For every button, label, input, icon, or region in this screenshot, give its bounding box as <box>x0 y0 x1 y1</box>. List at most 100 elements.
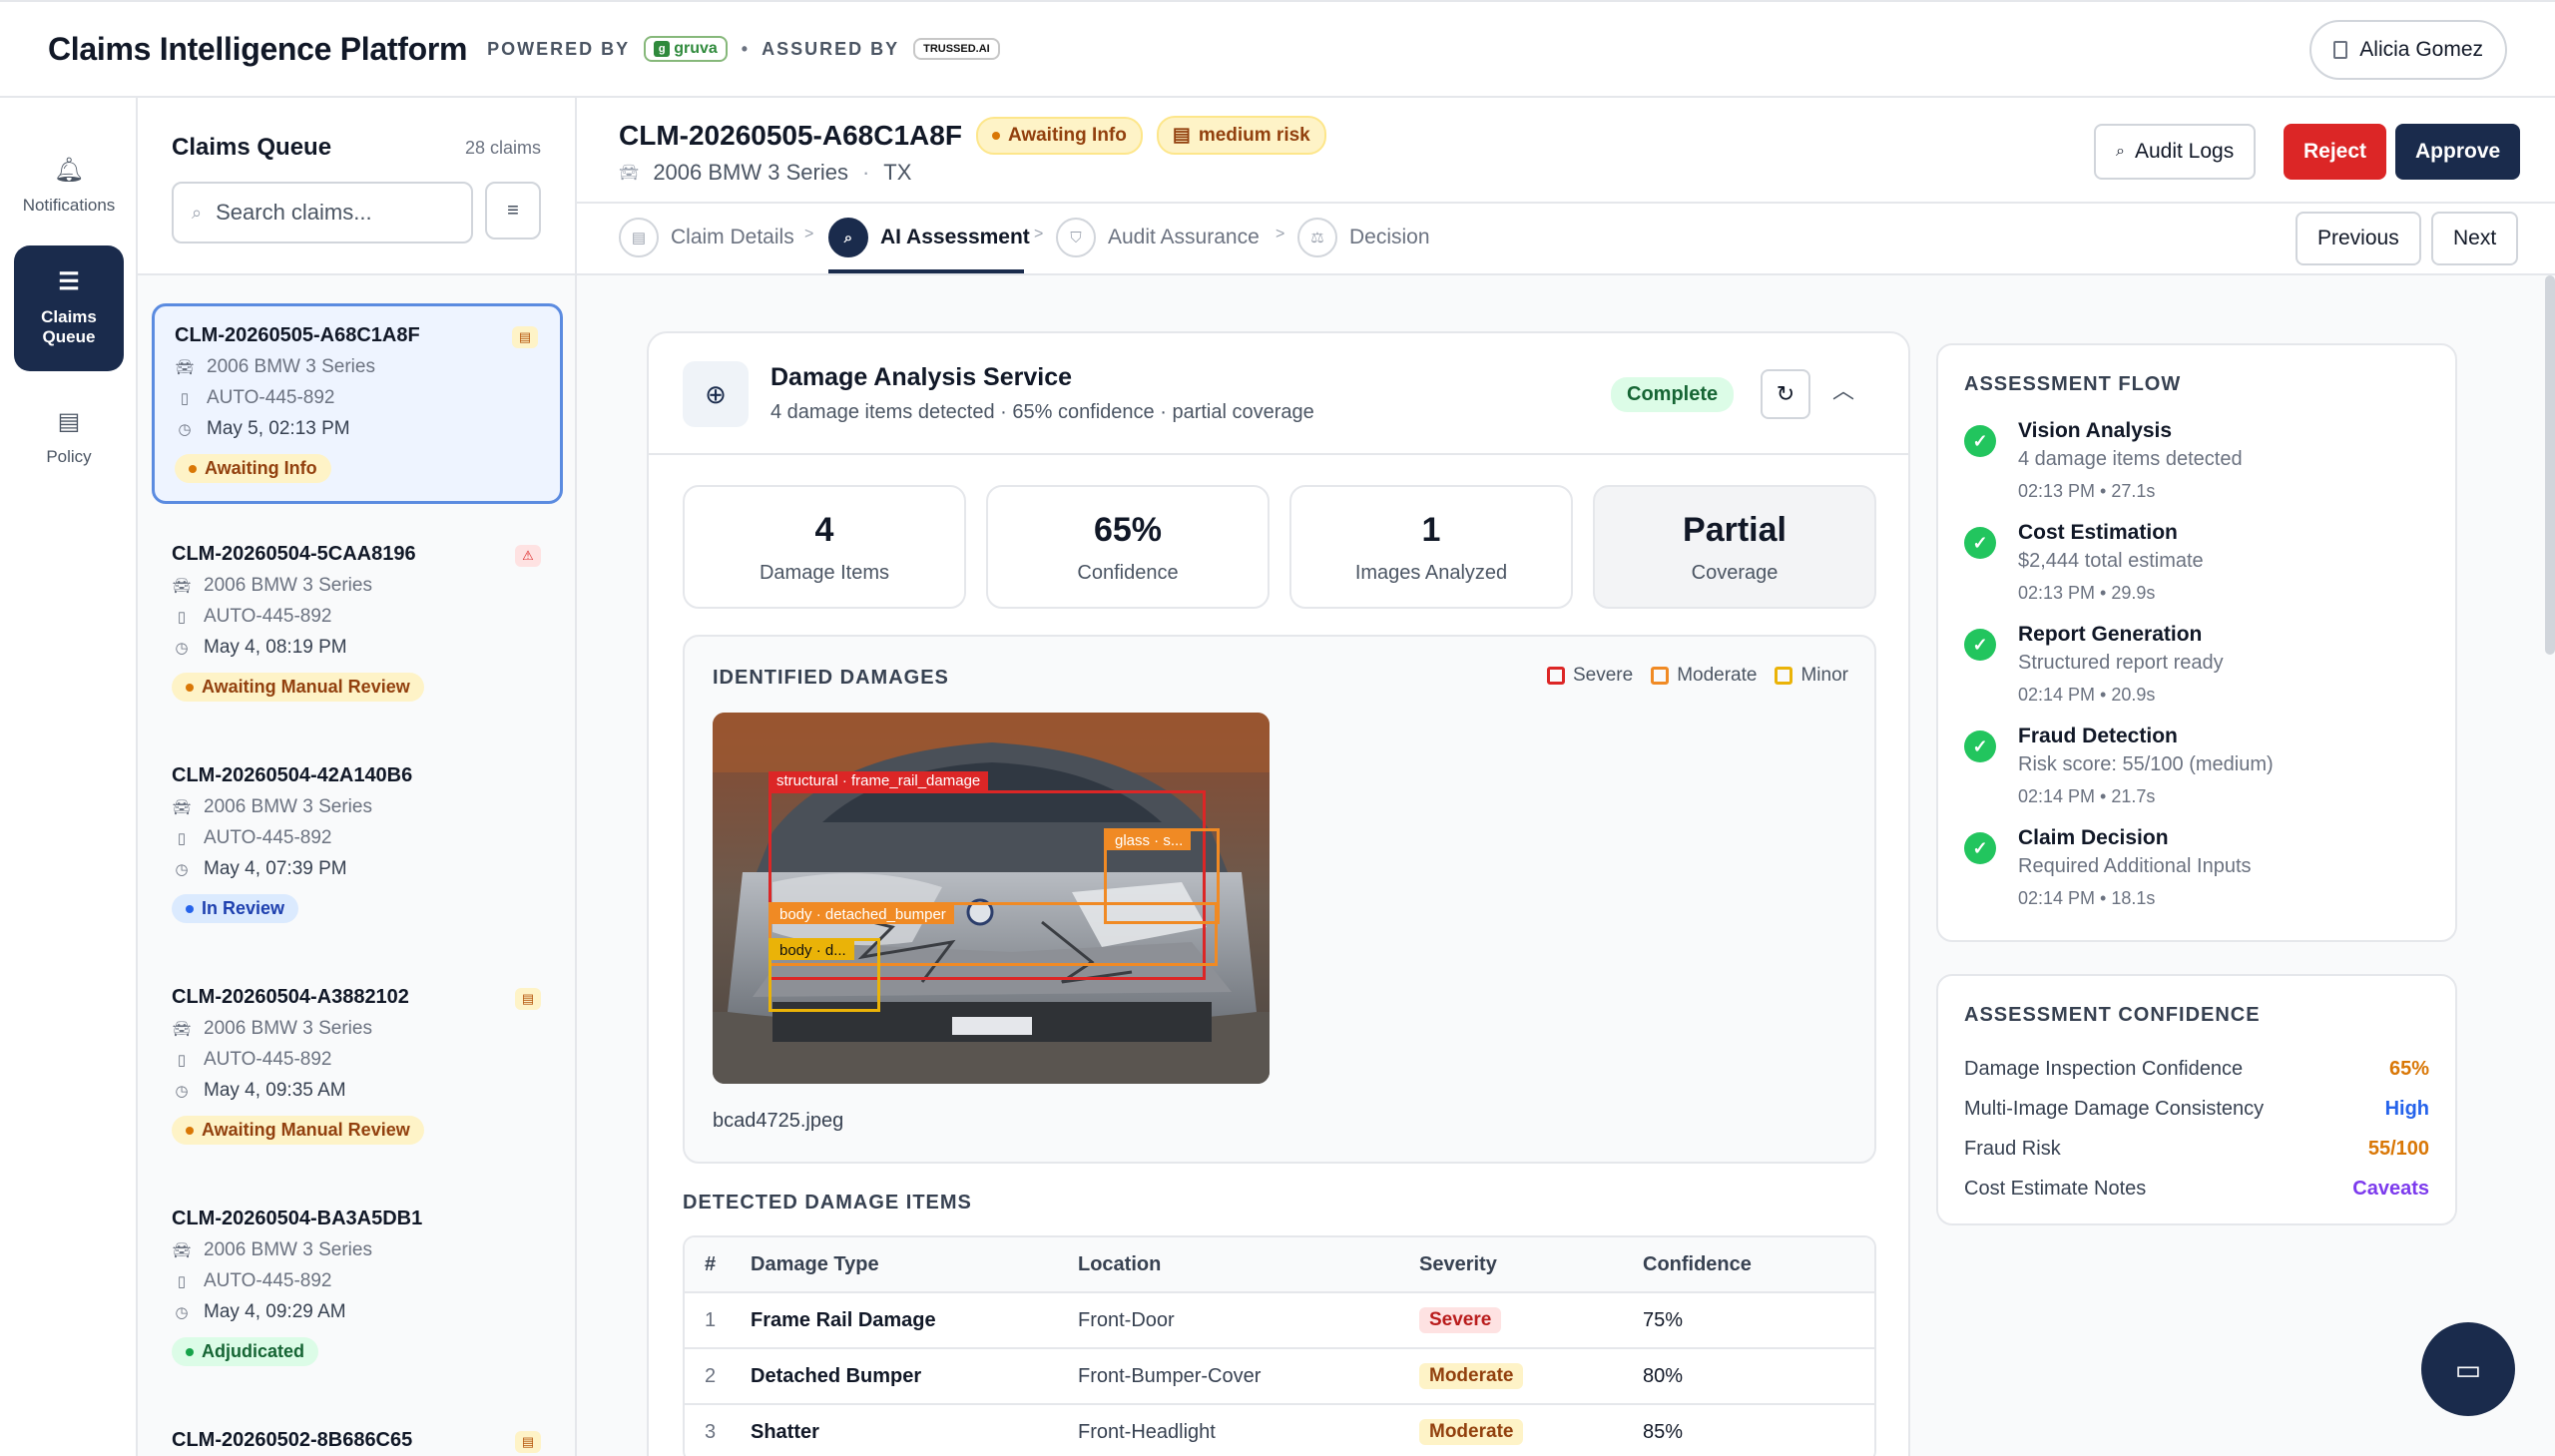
table-row[interactable]: 1 Frame Rail Damage Front-Door Severe 75… <box>685 1293 1874 1349</box>
detected-damage-items-label: DETECTED DAMAGE ITEMS <box>683 1192 972 1213</box>
claim-card[interactable]: CLM-20260502-8B686C65 ▤ <box>152 1411 563 1456</box>
chevron-up-icon: ︿ <box>1832 378 1855 403</box>
document-icon: ▤ <box>57 408 81 436</box>
search-box: ⌕ <box>172 182 473 243</box>
claim-card[interactable]: CLM-20260504-BA3A5DB1 🚘︎ 2006 BMW 3 Serie… <box>152 1190 563 1384</box>
check-icon: ✓ <box>1964 425 1996 457</box>
legend-severe: Severe <box>1547 665 1633 687</box>
refresh-icon: ↻ <box>1776 381 1795 406</box>
claim-card-id: CLM-20260505-A68C1A8F <box>175 324 420 346</box>
app-title: Claims Intelligence Platform <box>48 30 468 67</box>
audit-icon: ⌕ <box>2116 143 2125 160</box>
gruva-logo: g gruva <box>644 36 728 62</box>
claim-card-id: CLM-20260502-8B686C65 <box>172 1429 413 1451</box>
document-flag-icon: ▤ <box>512 326 538 348</box>
severity-badge: Moderate <box>1419 1363 1524 1389</box>
filter-button[interactable]: ≡ <box>485 182 541 240</box>
queue-count: 28 claims <box>464 137 541 158</box>
claim-card[interactable]: CLM-20260504-5CAA8196 ⚠ 🚘︎ 2006 BMW 3 Ser… <box>152 525 563 720</box>
claim-card[interactable]: CLM-20260504-A3882102 ▤ 🚘︎ 2006 BMW 3 Ser… <box>152 968 563 1163</box>
trussed-logo: TRUSSED.AI <box>913 38 1000 60</box>
claim-card-date: May 5, 02:13 PM <box>207 418 350 439</box>
flow-step-vision: ✓ Vision Analysis 4 damage items detecte… <box>1964 419 2433 502</box>
user-menu-button[interactable]: Alicia Gomez <box>2309 20 2507 80</box>
refresh-button[interactable]: ↻ <box>1761 369 1810 419</box>
check-icon: ✓ <box>1964 832 1996 864</box>
claims-queue-panel: Claims Queue 28 claims ⌕ ≡ CLM-20260505-… <box>138 98 577 1456</box>
next-button[interactable]: Next <box>2431 212 2519 265</box>
claim-card[interactable]: CLM-20260504-42A140B6 🚘︎ 2006 BMW 3 Serie… <box>152 746 563 941</box>
damage-photo[interactable]: structural · frame_rail_damage glass · s… <box>713 713 1270 1084</box>
flow-step-report: ✓ Report Generation Structured report re… <box>1964 623 2433 706</box>
status-badge: Awaiting Info <box>175 454 331 483</box>
status-badge: Awaiting Manual Review <box>172 1116 424 1145</box>
document-flag-icon: ▤ <box>515 988 541 1010</box>
tab-decision[interactable]: ⚖ Decision <box>1297 216 1430 259</box>
collapse-button[interactable]: ︿ <box>1832 373 1854 405</box>
car-icon: 🚘︎ <box>172 578 192 595</box>
file-icon: ▯ <box>180 390 190 407</box>
clock-icon: ◷ <box>175 640 189 657</box>
confidence-row: Multi-Image Damage Consistency High <box>1964 1098 2429 1120</box>
risk-badge: ▤ medium risk <box>1156 116 1326 155</box>
audit-logs-button[interactable]: ⌕ Audit Logs <box>2094 124 2257 180</box>
stat-damage-items: 4 Damage Items <box>683 485 966 609</box>
stat-images-analyzed: 1 Images Analyzed <box>1289 485 1573 609</box>
chat-button[interactable]: ▭ <box>2421 1322 2515 1416</box>
document-flag-icon: ▤ <box>515 1431 541 1453</box>
nav-notifications[interactable]: 🔔︎ Notifications <box>14 124 124 249</box>
bbox-minor[interactable]: body · d... <box>768 938 880 1012</box>
document-icon: ▤ <box>619 218 659 257</box>
table-row[interactable]: 3 Shatter Front-Headlight Moderate 85% <box>685 1405 1874 1456</box>
severity-badge: Moderate <box>1419 1419 1524 1445</box>
identified-damages-label: IDENTIFIED DAMAGES <box>713 667 949 689</box>
user-name: Alicia Gomez <box>2359 38 2483 61</box>
claim-card-id: CLM-20260504-42A140B6 <box>172 764 413 786</box>
separator-dot: • <box>741 38 749 59</box>
assessment-flow-title: ASSESSMENT FLOW <box>1964 373 2182 395</box>
previous-button[interactable]: Previous <box>2296 212 2421 265</box>
nav-policy[interactable]: ▤ Policy <box>14 375 124 501</box>
tab-claim-details[interactable]: ▤ Claim Details <box>619 216 794 259</box>
flow-step-decision: ✓ Claim Decision Required Additional Inp… <box>1964 826 2433 909</box>
check-icon: ✓ <box>1964 527 1996 559</box>
claim-card[interactable]: CLM-20260505-A68C1A8F ▤ 🚘︎ 2006 BMW 3 Ser… <box>152 303 563 504</box>
clock-icon: ◷ <box>175 1304 189 1321</box>
status-badge: Adjudicated <box>172 1337 319 1366</box>
clock-icon: ◷ <box>175 1083 189 1100</box>
table-row[interactable]: 2 Detached Bumper Front-Bumper-Cover Mod… <box>685 1349 1874 1405</box>
search-input[interactable] <box>216 200 453 226</box>
file-icon: ▯ <box>177 1273 187 1290</box>
check-icon: ✓ <box>1964 629 1996 661</box>
reject-button[interactable]: Reject <box>2284 124 2387 180</box>
main-content: CLM-20260505-A68C1A8F Awaiting Info ▤ med… <box>577 98 2555 1456</box>
nav-claims-queue-label: Claims Queue <box>41 307 97 347</box>
approve-button[interactable]: Approve <box>2395 124 2521 180</box>
tab-audit-assurance[interactable]: ⛉ Audit Assurance <box>1056 216 1260 259</box>
alert-flag-icon: ⚠ <box>515 545 541 567</box>
flow-step-fraud: ✓ Fraud Detection Risk score: 55/100 (me… <box>1964 725 2433 807</box>
claim-card-policy: AUTO-445-892 <box>204 827 332 848</box>
claim-card-vehicle: 2006 BMW 3 Series <box>204 796 372 817</box>
status-badge: In Review <box>172 894 299 923</box>
claim-card-id: CLM-20260504-A3882102 <box>172 986 409 1008</box>
claim-card-date: May 4, 09:35 AM <box>204 1080 346 1101</box>
tab-ai-assessment[interactable]: ⌕ AI Assessment <box>828 216 1030 259</box>
claim-card-vehicle: 2006 BMW 3 Series <box>207 356 375 377</box>
car-icon: 🚘︎ <box>619 165 640 182</box>
file-icon: ▯ <box>177 830 187 847</box>
legend-moderate: Moderate <box>1651 665 1757 687</box>
nav-claims-queue[interactable]: ☰ Claims Queue <box>14 245 124 371</box>
claim-card-policy: AUTO-445-892 <box>204 1270 332 1291</box>
shield-icon: ⛉ <box>1056 218 1096 257</box>
active-tab-indicator <box>828 269 1024 273</box>
queue-title: Claims Queue <box>172 134 332 161</box>
stat-coverage: Partial Coverage <box>1593 485 1876 609</box>
flow-step-cost: ✓ Cost Estimation $2,444 total estimate … <box>1964 521 2433 604</box>
claim-vehicle: 2006 BMW 3 Series <box>653 160 848 185</box>
car-icon: 🚘︎ <box>172 799 192 816</box>
powered-by-label: POWERED BY <box>487 38 631 59</box>
step-tabs: ▤ Claim Details > ⌕ AI Assessment > ⛉ Audit… <box>577 204 2555 275</box>
claim-header: CLM-20260505-A68C1A8F Awaiting Info ▤ med… <box>577 98 2555 204</box>
scrollbar[interactable] <box>2545 275 2555 655</box>
